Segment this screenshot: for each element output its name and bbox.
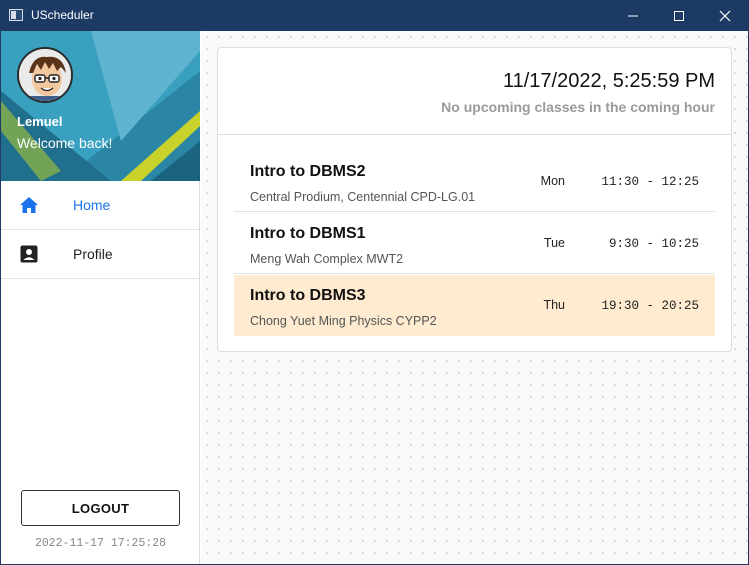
class-day: Mon [540, 174, 565, 188]
close-button[interactable] [702, 0, 748, 31]
nav-label-profile: Profile [73, 246, 113, 262]
class-location: Meng Wah Complex MWT2 [250, 252, 404, 266]
divider [218, 134, 731, 135]
class-time: 11:30 - 12:25 [601, 175, 699, 189]
app-icon [9, 9, 23, 21]
home-icon [20, 197, 38, 213]
nav-label-home: Home [73, 197, 111, 213]
class-location: Central Prodium, Centennial CPD-LG.01 [250, 190, 476, 204]
nav-item-profile[interactable]: Profile [1, 230, 200, 279]
class-title: Intro to DBMS2 [250, 163, 366, 180]
class-title: Intro to DBMS1 [250, 225, 366, 242]
main-content: 11/17/2022, 5:25:59 PM No upcoming class… [201, 31, 748, 564]
maximize-button[interactable] [656, 0, 702, 31]
class-location: Chong Yuet Ming Physics CYPP2 [250, 314, 437, 328]
title-bar[interactable]: UScheduler [0, 0, 749, 31]
class-row-highlighted[interactable]: Intro to DBMS3 Chong Yuet Ming Physics C… [234, 275, 715, 336]
schedule-card: 11/17/2022, 5:25:59 PM No upcoming class… [217, 47, 732, 352]
session-timestamp: 2022-11-17 17:25:28 [34, 537, 167, 550]
welcome-message: Welcome back! [17, 135, 113, 151]
class-row[interactable]: Intro to DBMS2 Central Prodium, Centenni… [234, 151, 715, 212]
avatar-image [19, 49, 71, 101]
class-time: 9:30 - 10:25 [608, 237, 699, 251]
class-day: Thu [543, 298, 565, 312]
avatar [17, 47, 73, 103]
app-window: Lemuel Welcome back! Home Profile LOGOUT… [1, 31, 748, 564]
current-datetime: 11/17/2022, 5:25:59 PM [502, 70, 715, 92]
profile-card-icon [20, 245, 38, 263]
minimize-icon [628, 15, 638, 16]
logout-button[interactable]: LOGOUT [21, 490, 180, 526]
sidebar: Lemuel Welcome back! Home Profile LOGOUT… [1, 31, 200, 564]
class-row[interactable]: Intro to DBMS1 Meng Wah Complex MWT2 Tue… [234, 213, 715, 274]
class-title: Intro to DBMS3 [250, 287, 366, 304]
upcoming-class-status: No upcoming classes in the coming hour [441, 99, 715, 115]
nav-item-home[interactable]: Home [1, 181, 200, 230]
class-day: Tue [543, 236, 565, 250]
window-title: UScheduler [31, 8, 94, 22]
user-name: Lemuel [17, 114, 63, 129]
profile-banner: Lemuel Welcome back! [1, 31, 200, 181]
class-time: 19:30 - 20:25 [601, 299, 699, 313]
minimize-button[interactable] [610, 0, 656, 31]
close-icon [719, 10, 731, 21]
maximize-icon [674, 10, 684, 21]
